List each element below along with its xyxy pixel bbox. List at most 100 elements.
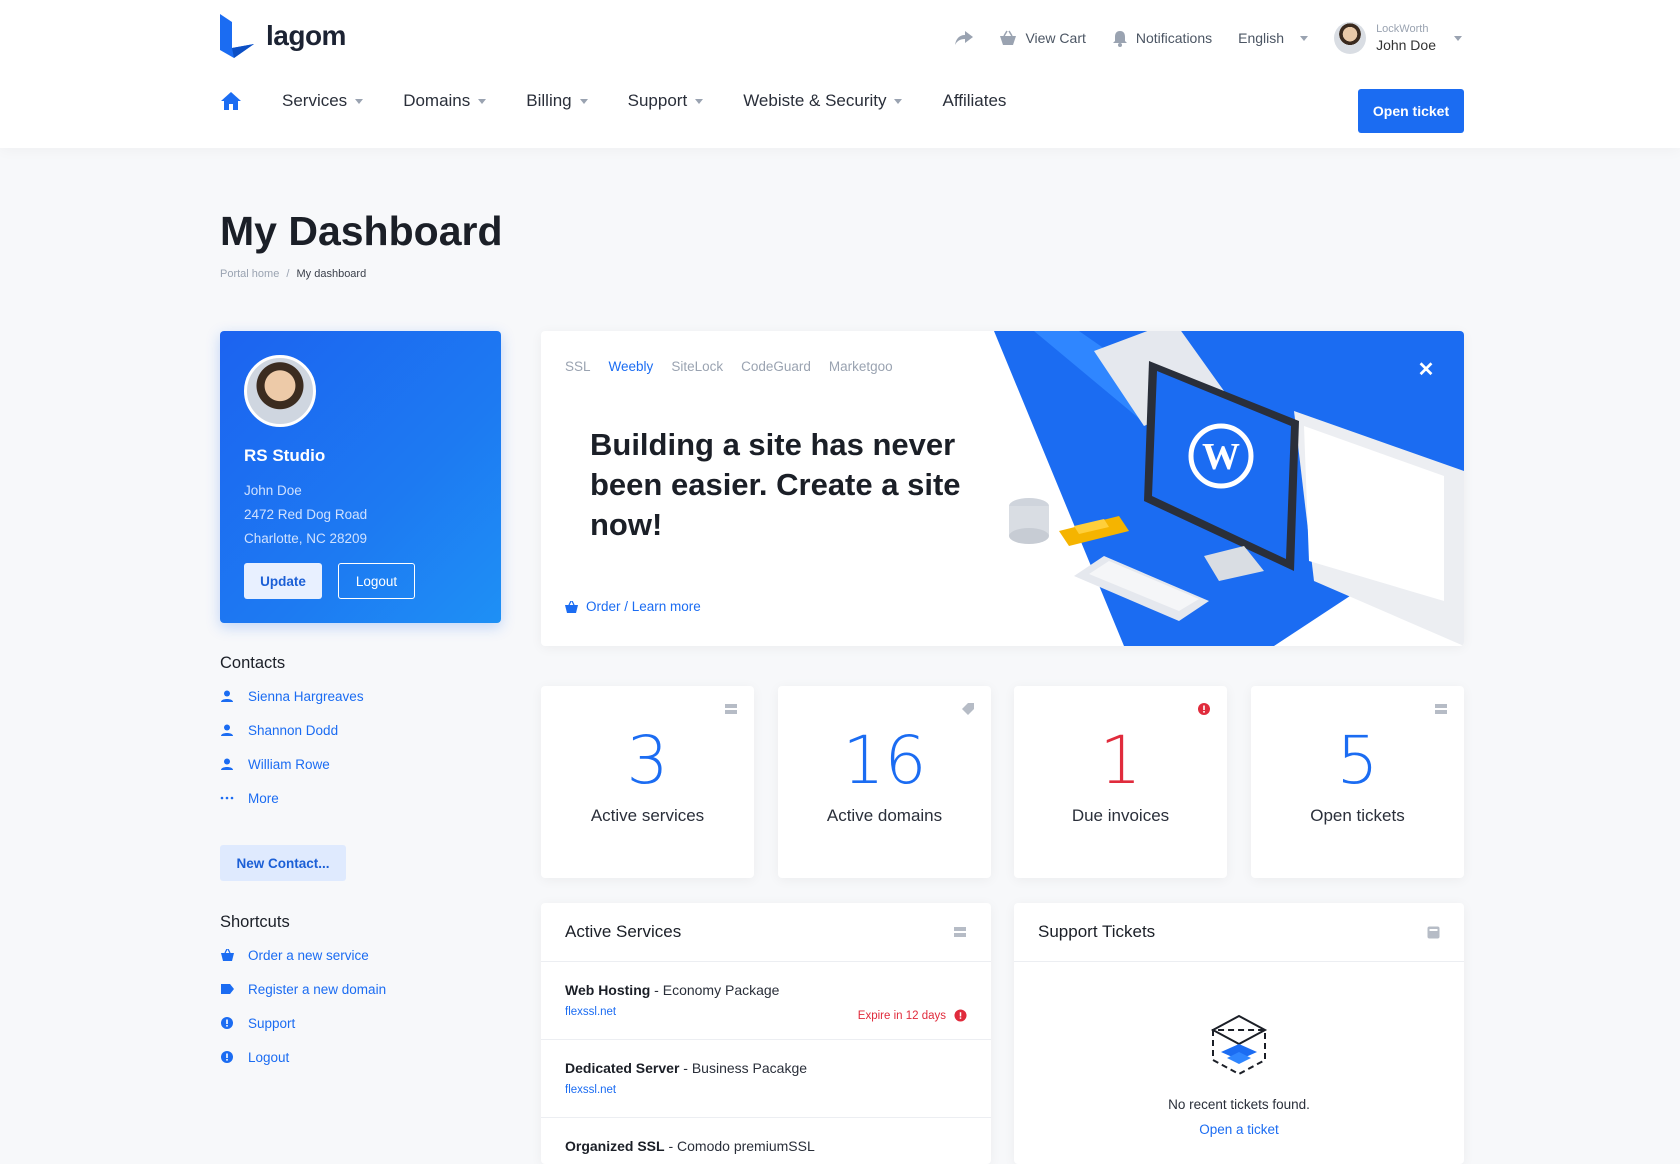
service-name: Organized SSL	[565, 1138, 665, 1154]
service-row[interactable]: Organized SSL - Comodo premiumSSL	[541, 1118, 991, 1164]
service-row[interactable]: Web Hosting - Economy Package flexssl.ne…	[541, 962, 991, 1040]
service-row[interactable]: Dedicated Server - Business Pacakge flex…	[541, 1040, 991, 1118]
contacts-list: Sienna Hargreaves Shannon Dodd William R…	[220, 679, 364, 815]
chevron-down-icon	[894, 98, 903, 104]
open-ticket-link[interactable]: Open a ticket	[1014, 1122, 1464, 1137]
nav-label: Services	[282, 91, 348, 110]
alert-icon	[954, 1009, 967, 1022]
nav-website-security[interactable]: Webiste & Security	[743, 91, 903, 111]
user-icon	[220, 689, 234, 703]
tab-weebly[interactable]: Weebly	[609, 359, 654, 374]
envelope-box-icon	[1210, 1014, 1268, 1076]
contact-item[interactable]: Sienna Hargreaves	[220, 679, 364, 713]
view-cart-link[interactable]: View Cart	[999, 30, 1086, 46]
profile-actions: Update Logout	[244, 563, 415, 599]
chevron-down-icon	[579, 98, 588, 104]
alert-icon	[220, 1016, 234, 1030]
stat-label: Active domains	[826, 806, 943, 825]
stat-due-invoices[interactable]: 1 Due invoices	[1014, 686, 1227, 878]
tab-codeguard[interactable]: CodeGuard	[741, 359, 811, 374]
nav-label: Support	[627, 91, 688, 110]
language-selector[interactable]: English	[1238, 30, 1309, 46]
tab-sitelock[interactable]: SiteLock	[671, 359, 723, 374]
shortcuts-title: Shortcuts	[220, 913, 290, 931]
chevron-down-icon	[355, 98, 364, 104]
contacts-more-link[interactable]: More	[220, 781, 364, 815]
user-company: LockWorth	[1376, 22, 1429, 35]
inbox-icon[interactable]	[1427, 926, 1440, 939]
service-name: Web Hosting	[565, 982, 651, 998]
update-button[interactable]: Update	[244, 563, 322, 599]
contact-name: Shannon Dodd	[248, 722, 339, 738]
more-label: More	[248, 790, 279, 806]
stat-value: 5	[1336, 722, 1379, 799]
tag-icon	[962, 703, 974, 715]
nav-support[interactable]: Support	[628, 91, 704, 111]
tab-marketgoo[interactable]: Marketgoo	[829, 359, 893, 374]
share-icon	[955, 31, 974, 45]
nav-services[interactable]: Services	[282, 91, 364, 111]
server-icon	[1435, 704, 1447, 714]
share-button[interactable]	[955, 31, 974, 45]
nav-billing[interactable]: Billing	[526, 91, 588, 111]
service-domain[interactable]: flexssl.net	[565, 1084, 967, 1096]
view-cart-label: View Cart	[1025, 30, 1086, 46]
nav-domains[interactable]: Domains	[403, 91, 487, 111]
promo-link-label: Order / Learn more	[586, 599, 701, 614]
service-title: Organized SSL - Comodo premiumSSL	[565, 1138, 967, 1154]
nav-label: Billing	[526, 91, 572, 110]
shortcut-label: Register a new domain	[248, 981, 387, 997]
topbar: View Cart Notifications English LockWort…	[955, 22, 1462, 54]
bell-icon	[1112, 30, 1127, 47]
logout-button[interactable]: Logout	[338, 563, 415, 599]
server-icon[interactable]	[953, 926, 967, 938]
tab-ssl[interactable]: SSL	[565, 359, 591, 374]
promo-banner: W SSL Weebly SiteLock CodeGuard Marketgo…	[541, 331, 1464, 646]
logo-icon	[220, 14, 254, 58]
shortcuts-list: Order a new service Register a new domai…	[220, 938, 386, 1074]
contact-item[interactable]: Shannon Dodd	[220, 713, 364, 747]
breadcrumb-home[interactable]: Portal home	[220, 268, 279, 280]
contact-item[interactable]: William Rowe	[220, 747, 364, 781]
nav-affiliates[interactable]: Affiliates	[942, 91, 1006, 111]
user-icon	[220, 723, 234, 737]
shortcut-register-domain[interactable]: Register a new domain	[220, 972, 386, 1006]
stat-open-tickets[interactable]: 5 Open tickets	[1251, 686, 1464, 878]
contact-name: William Rowe	[248, 756, 330, 772]
service-plan: - Business Pacakge	[679, 1060, 808, 1076]
user-menu[interactable]: LockWorth John Doe	[1334, 22, 1462, 54]
nav-label: Affiliates	[942, 91, 1007, 110]
open-ticket-button[interactable]: Open ticket	[1358, 89, 1464, 133]
chevron-down-icon	[1300, 35, 1309, 41]
service-plan: - Economy Package	[650, 982, 780, 998]
stat-active-domains[interactable]: 16 Active domains	[778, 686, 991, 878]
new-contact-button[interactable]: New Contact...	[220, 845, 346, 881]
shortcut-label: Order a new service	[248, 947, 369, 963]
profile-name: John Doe	[244, 483, 302, 498]
expire-badge: Expire in 12 days	[858, 1009, 967, 1022]
stat-active-services[interactable]: 3 Active services	[541, 686, 754, 878]
promo-illustration: W	[994, 331, 1464, 646]
home-icon[interactable]	[220, 90, 242, 112]
server-icon	[725, 704, 737, 714]
shortcut-support[interactable]: Support	[220, 1006, 386, 1040]
promo-headline: Building a site has never been easier. C…	[590, 427, 961, 542]
expire-label: Expire in 12 days	[857, 1009, 946, 1022]
basket-icon	[565, 600, 578, 613]
language-label: English	[1238, 30, 1285, 46]
notifications-label: Notifications	[1135, 30, 1213, 46]
promo-order-link[interactable]: Order / Learn more	[565, 599, 701, 614]
chevron-down-icon	[1454, 35, 1462, 41]
logo[interactable]: lagom	[220, 14, 346, 58]
nav-label: Domains	[403, 91, 471, 110]
stat-value: 3	[626, 722, 669, 799]
notifications-link[interactable]: Notifications	[1112, 30, 1212, 47]
close-icon[interactable]: ✕	[1416, 359, 1436, 381]
user-icon	[220, 757, 234, 771]
contact-name: Sienna Hargreaves	[248, 688, 364, 704]
stat-label: Active services	[590, 806, 705, 825]
shortcut-order-service[interactable]: Order a new service	[220, 938, 386, 972]
profile-card: RS Studio John Doe 2472 Red Dog Road Cha…	[220, 331, 501, 623]
empty-message: No recent tickets found.	[1168, 1097, 1310, 1112]
shortcut-logout[interactable]: Logout	[220, 1040, 386, 1074]
